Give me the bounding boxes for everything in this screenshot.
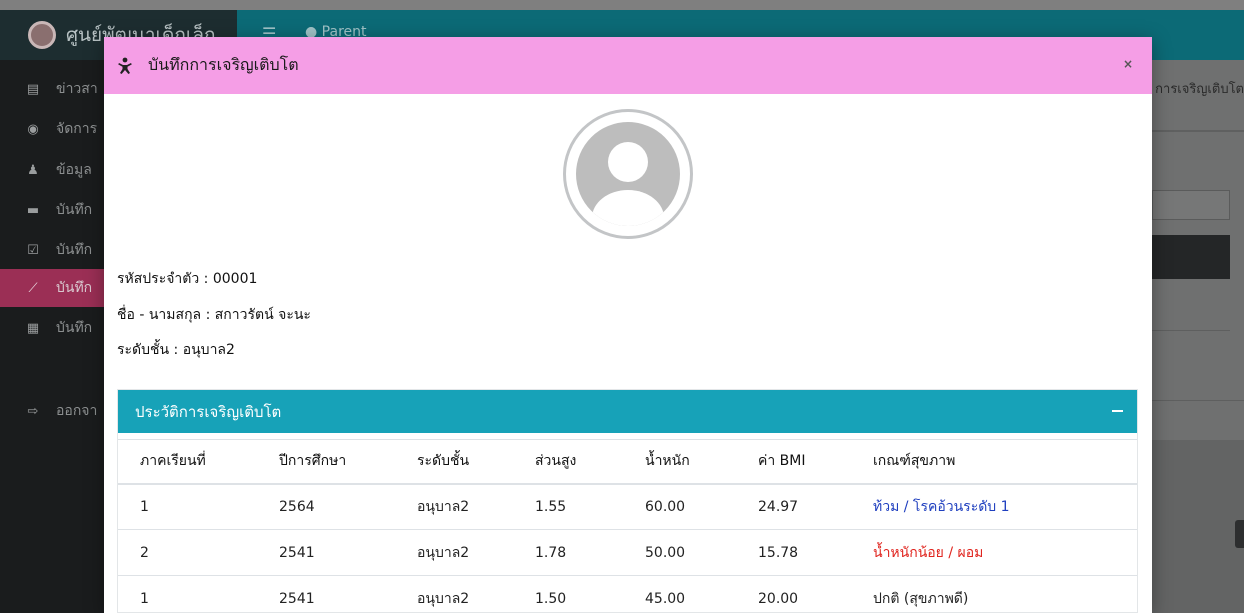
cell-year: 2541 xyxy=(257,575,395,613)
modal-title: บันทึกการเจริญเติบโต xyxy=(148,55,299,74)
card-title: ประวัติการเจริญเติบโต xyxy=(135,402,282,421)
content-panel xyxy=(1152,440,1244,613)
growth-table: ภาคเรียนที่ ปีการศึกษา ระดับชั้น ส่วนสูง… xyxy=(118,439,1137,613)
collapse-icon[interactable] xyxy=(1109,403,1125,419)
cell-height: 1.55 xyxy=(513,483,623,530)
cell-weight: 45.00 xyxy=(623,575,736,613)
calendar-icon: ▬ xyxy=(26,202,40,218)
cell-bmi: 24.97 xyxy=(736,483,851,530)
newspaper-icon: ▤ xyxy=(26,81,40,97)
search-input[interactable] xyxy=(1152,190,1230,220)
cell-term: 1 xyxy=(118,483,257,530)
column-header: ส่วนสูง xyxy=(513,439,623,485)
clipboard-icon: ▦ xyxy=(26,320,40,336)
column-header: ปีการศึกษา xyxy=(257,439,395,485)
close-icon[interactable]: × xyxy=(1120,56,1136,72)
cell-year: 2564 xyxy=(257,483,395,530)
cell-bmi: 15.78 xyxy=(736,529,851,576)
cell-level: อนุบาล2 xyxy=(395,483,513,530)
cell-status: ปกติ (สุขภาพดี) xyxy=(851,575,1137,613)
cell-term: 1 xyxy=(118,575,257,613)
card-header: ประวัติการเจริญเติบโต xyxy=(118,390,1137,433)
avatar-placeholder-icon xyxy=(576,122,680,226)
cell-bmi: 20.00 xyxy=(736,575,851,613)
cell-weight: 50.00 xyxy=(623,529,736,576)
table-row: 1 2564 อนุบาล2 1.55 60.00 24.97 ท้วม / โ… xyxy=(118,483,1137,530)
sign-out-icon: ⇨ xyxy=(27,403,39,419)
column-header: ภาคเรียนที่ xyxy=(118,439,257,485)
cell-status: น้ำหนักน้อย / ผอม xyxy=(851,529,1137,576)
cell-level: อนุบาล2 xyxy=(395,529,513,576)
divider xyxy=(1152,400,1244,401)
chart-line-icon: ⟋ xyxy=(28,280,38,296)
child-icon: ♟ xyxy=(27,162,39,178)
modal-header: บันทึกการเจริญเติบโต × xyxy=(104,37,1152,94)
table-header-row: ภาคเรียนที่ ปีการศึกษา ระดับชั้น ส่วนสูง… xyxy=(118,439,1137,485)
calendar-check-icon: ☑ xyxy=(27,242,39,258)
cell-level: อนุบาล2 xyxy=(395,575,513,613)
student-level: ระดับชั้น : อนุบาล2 xyxy=(117,342,235,358)
logo-icon xyxy=(28,21,56,49)
column-header: เกณฑ์สุขภาพ xyxy=(851,439,1137,485)
divider xyxy=(1152,330,1230,331)
student-name: ชื่อ - นามสกุล : สกาวรัตน์ จะนะ xyxy=(117,307,311,323)
breadcrumb[interactable]: การเจริญเติบโต xyxy=(1155,78,1244,99)
table-row: 2 2541 อนุบาล2 1.78 50.00 15.78 น้ำหนักน… xyxy=(118,529,1137,576)
cell-height: 1.78 xyxy=(513,529,623,576)
cell-height: 1.50 xyxy=(513,575,623,613)
table-header-bar xyxy=(1152,235,1230,279)
column-header: ค่า BMI xyxy=(736,439,851,485)
avatar xyxy=(563,109,693,239)
student-id: รหัสประจำตัว : 00001 xyxy=(117,271,258,287)
cell-term: 2 xyxy=(118,529,257,576)
cell-weight: 60.00 xyxy=(623,483,736,530)
cell-year: 2541 xyxy=(257,529,395,576)
growth-history-card: ประวัติการเจริญเติบโต ภาคเรียนที่ ปีการศ… xyxy=(117,389,1138,613)
edge-button[interactable] xyxy=(1235,520,1244,548)
divider xyxy=(1152,130,1244,132)
cell-status: ท้วม / โรคอ้วนระดับ 1 xyxy=(851,483,1137,530)
table-row: 1 2541 อนุบาล2 1.50 45.00 20.00 ปกติ (สุ… xyxy=(118,575,1137,613)
child-icon xyxy=(116,57,134,75)
user-circle-icon: ◉ xyxy=(27,121,39,137)
column-header: น้ำหนัก xyxy=(623,439,736,485)
column-header: ระดับชั้น xyxy=(395,439,513,485)
growth-record-modal: บันทึกการเจริญเติบโต × รหัสประจำตัว : 00… xyxy=(104,37,1152,613)
